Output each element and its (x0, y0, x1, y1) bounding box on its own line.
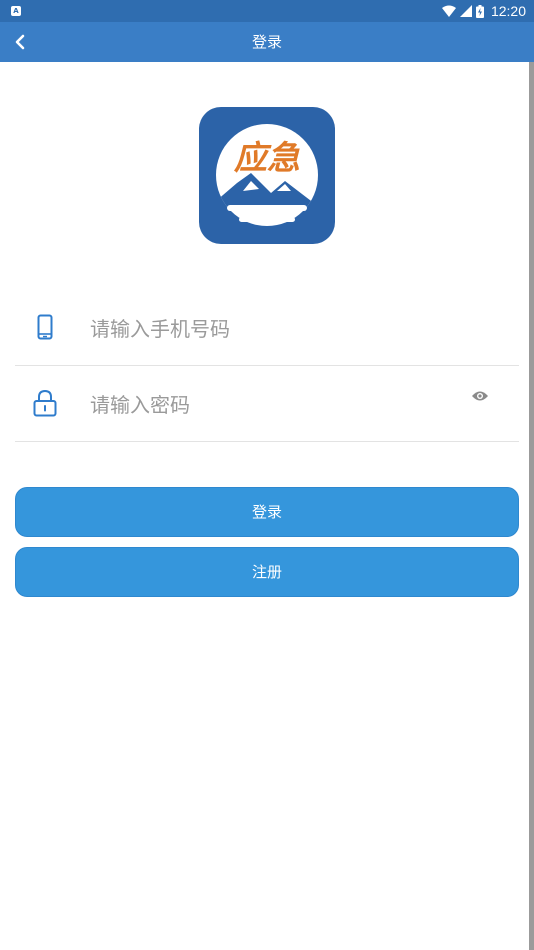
chevron-left-icon (15, 34, 25, 50)
register-button[interactable]: 注册 (15, 547, 519, 597)
back-button[interactable] (6, 28, 34, 56)
logo-text: 应急 (233, 138, 300, 177)
app-bar: 登录 (0, 22, 534, 62)
phone-field-row (15, 290, 519, 366)
show-password-toggle[interactable] (469, 388, 491, 404)
password-field-row (15, 366, 519, 442)
status-bar: A 12:20 (0, 0, 534, 22)
password-input[interactable] (90, 386, 450, 424)
logo-artwork: 应急 (216, 124, 318, 226)
page-title: 登录 (251, 33, 282, 51)
app-logo: 应急 (199, 107, 335, 244)
phone-icon (31, 310, 59, 344)
notification-icon: A (11, 6, 21, 16)
battery-icon (475, 4, 484, 18)
cell-signal-icon (459, 5, 472, 17)
wifi-icon (441, 5, 456, 17)
clock: 12:20 (490, 3, 526, 19)
lock-icon (31, 386, 59, 420)
scroll-edge (529, 62, 534, 950)
login-button[interactable]: 登录 (15, 487, 519, 537)
status-indicators: 12:20 (441, 0, 526, 22)
eye-icon (472, 391, 488, 401)
phone-input[interactable] (90, 310, 450, 348)
